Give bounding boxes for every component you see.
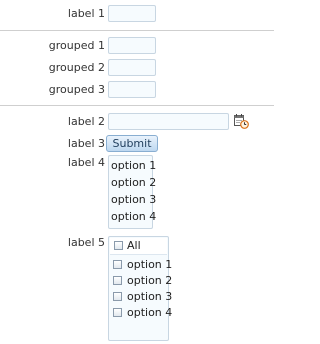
checkbox-option-2[interactable] (113, 276, 122, 285)
checkbox-option-4-label: option 4 (127, 306, 173, 319)
listbox-option-4[interactable]: option 4 (111, 210, 156, 224)
grouped-input-3[interactable] (108, 81, 156, 98)
calendar-clock-icon[interactable] (233, 113, 249, 129)
checkbox-all[interactable] (114, 241, 123, 250)
label-2: label 2 (67, 115, 105, 128)
checkbox-option-3-label: option 3 (127, 290, 173, 303)
checkbox-option-4[interactable] (113, 308, 122, 317)
checkbox-option-2-label: option 2 (127, 274, 173, 287)
datetime-input[interactable] (108, 113, 229, 130)
label-3: label 3 (67, 137, 105, 150)
label-5: label 5 (67, 236, 105, 249)
grouped-label-1: grouped 1 (48, 39, 105, 52)
checkbox-option-1-label: option 1 (127, 258, 173, 271)
checkbox-option-1[interactable] (113, 260, 122, 269)
checkbox-option-3[interactable] (113, 292, 122, 301)
checkbox-all-row[interactable]: All (110, 238, 167, 255)
separator-bottom (0, 105, 274, 106)
checkbox-list: All option 1 option 2 option 3 option 4 (108, 236, 173, 341)
listbox-option-2[interactable]: option 2 (111, 176, 156, 190)
grouped-label-2: grouped 2 (48, 61, 105, 74)
label-1: label 1 (67, 7, 105, 20)
grouped-label-3: grouped 3 (48, 83, 105, 96)
checkbox-all-label: All (127, 239, 141, 252)
listbox-option-3[interactable]: option 3 (111, 193, 156, 207)
label-4: label 4 (67, 156, 105, 169)
listbox-option-1[interactable]: option 1 (111, 159, 156, 173)
submit-button[interactable]: Submit (106, 135, 158, 152)
listbox[interactable]: option 1 option 2 option 3 option 4 (108, 155, 156, 229)
grouped-input-1[interactable] (108, 37, 156, 54)
separator-top (0, 30, 274, 31)
grouped-input-2[interactable] (108, 59, 156, 76)
text-input-1[interactable] (108, 5, 156, 22)
